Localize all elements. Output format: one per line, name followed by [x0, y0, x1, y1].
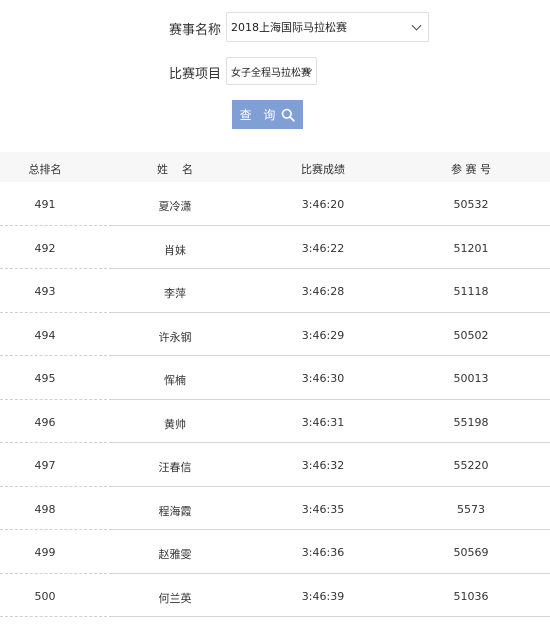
cell-result: 3:46:20 [301, 198, 345, 211]
cell-result: 3:46:36 [301, 546, 345, 559]
cell-bib: 51036 [453, 589, 489, 603]
table-row: 491 夏冷潇 3:46:20 50532 [0, 182, 550, 225]
cell-name: 肖妹 [164, 243, 186, 257]
cell-bib: 51201 [453, 241, 489, 255]
cell-name: 黄帅 [164, 417, 186, 431]
cell-rank: 500 [34, 589, 56, 603]
cell-rank: 493 [34, 285, 56, 298]
event-name-label: 赛事名称 [169, 23, 222, 38]
cell-bib: 50569 [453, 546, 489, 559]
cell-bib: 51118 [453, 285, 489, 298]
cell-result: 3:46:30 [301, 372, 345, 385]
cell-name: 汪春信 [158, 461, 192, 474]
cell-result: 3:46:35 [301, 502, 345, 516]
table-row: 492 肖妹 3:46:22 51201 [0, 226, 550, 269]
cell-result: 3:46:39 [301, 589, 345, 603]
results-table-header: 总排名 姓 名 比赛成绩 参 赛 号 [0, 152, 550, 182]
table-row: 500 何兰英 3:46:39 51036 [0, 574, 550, 617]
table-row: 499 赵雅雯 3:46:36 50569 [0, 530, 550, 573]
header-name: 姓 名 [157, 163, 193, 176]
cell-name: 何兰英 [158, 591, 192, 605]
cell-bib: 55220 [453, 459, 489, 472]
category-select[interactable]: 女子全程马拉松赛 [226, 57, 317, 85]
header-rank: 总排名 [28, 163, 62, 176]
cell-name: 程海霞 [158, 504, 192, 518]
cell-name: 赵雅雯 [158, 548, 192, 561]
table-row: 495 恽楠 3:46:30 50013 [0, 356, 550, 399]
table-row: 493 李萍 3:46:28 51118 [0, 269, 550, 312]
cell-name: 夏冷潇 [158, 200, 192, 213]
cell-name: 李萍 [164, 287, 186, 300]
cell-rank: 491 [34, 198, 56, 211]
cell-bib: 50532 [453, 198, 489, 211]
cell-rank: 498 [34, 502, 56, 516]
chevron-down-icon [411, 20, 422, 31]
cell-result: 3:46:29 [301, 328, 345, 342]
table-row: 494 许永钢 3:46:29 50502 [0, 313, 550, 356]
cell-rank: 494 [34, 328, 56, 342]
table-row: 496 黄帅 3:46:31 55198 [0, 400, 550, 443]
cell-rank: 497 [34, 459, 56, 472]
header-result: 比赛成绩 [301, 163, 345, 176]
category-value: 女子全程马拉松赛 [231, 67, 311, 79]
header-bib: 参 赛 号 [451, 163, 491, 176]
cell-name: 恽楠 [164, 374, 186, 387]
cell-result: 3:46:32 [301, 459, 345, 472]
cell-rank: 492 [34, 241, 56, 255]
cell-rank: 499 [34, 546, 56, 559]
query-button[interactable]: 查 询 [232, 100, 303, 129]
cell-bib: 50502 [453, 328, 489, 342]
cell-name: 许永钢 [158, 330, 192, 344]
results-page: 赛事名称 2018上海国际马拉松赛 比赛项目 女子全程马拉松赛 查 询 总排名 … [0, 0, 550, 625]
cell-bib: 55198 [453, 415, 489, 429]
cell-bib: 5573 [457, 502, 485, 516]
query-button-label: 查 询 [239, 108, 280, 122]
cell-result: 3:46:31 [301, 415, 345, 429]
cell-rank: 496 [34, 415, 56, 429]
cell-result: 3:46:22 [301, 241, 345, 255]
search-icon [281, 108, 296, 122]
event-name-select[interactable]: 2018上海国际马拉松赛 [226, 12, 429, 42]
table-row: 498 程海霞 3:46:35 5573 [0, 487, 550, 530]
cell-result: 3:46:28 [301, 285, 345, 298]
table-row: 497 汪春信 3:46:32 55220 [0, 443, 550, 486]
cell-bib: 50013 [453, 372, 489, 385]
event-name-value: 2018上海国际马拉松赛 [231, 21, 347, 34]
category-label: 比赛项目 [169, 67, 222, 82]
cell-rank: 495 [34, 372, 56, 385]
